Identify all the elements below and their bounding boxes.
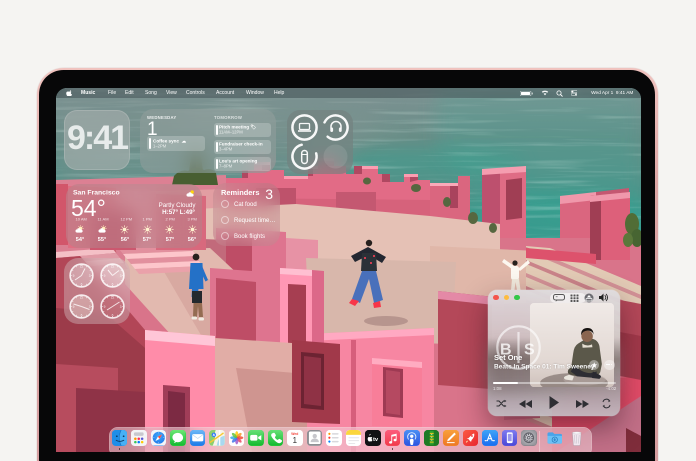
svg-text:tv: tv [373, 437, 379, 443]
svg-text:3: 3 [89, 274, 91, 278]
svg-text:12: 12 [111, 296, 115, 300]
svg-text:6: 6 [81, 314, 83, 318]
svg-text:Wed: Wed [291, 432, 298, 436]
svg-text:S: S [524, 342, 535, 359]
svg-text:9: 9 [73, 274, 75, 278]
svg-text:“: “ [556, 295, 558, 300]
svg-text:6: 6 [112, 314, 114, 318]
svg-text:9: 9 [104, 305, 106, 309]
svg-text:6: 6 [81, 283, 83, 287]
svg-text:12: 12 [80, 296, 84, 300]
svg-text:12: 12 [111, 265, 115, 269]
svg-text:9: 9 [104, 274, 106, 278]
svg-text:3: 3 [120, 274, 122, 278]
svg-text:1: 1 [293, 436, 298, 445]
svg-text:3: 3 [120, 305, 122, 309]
svg-text:6: 6 [112, 283, 114, 287]
svg-text:12: 12 [80, 265, 84, 269]
svg-text:9: 9 [73, 305, 75, 309]
svg-text:3: 3 [89, 305, 91, 309]
